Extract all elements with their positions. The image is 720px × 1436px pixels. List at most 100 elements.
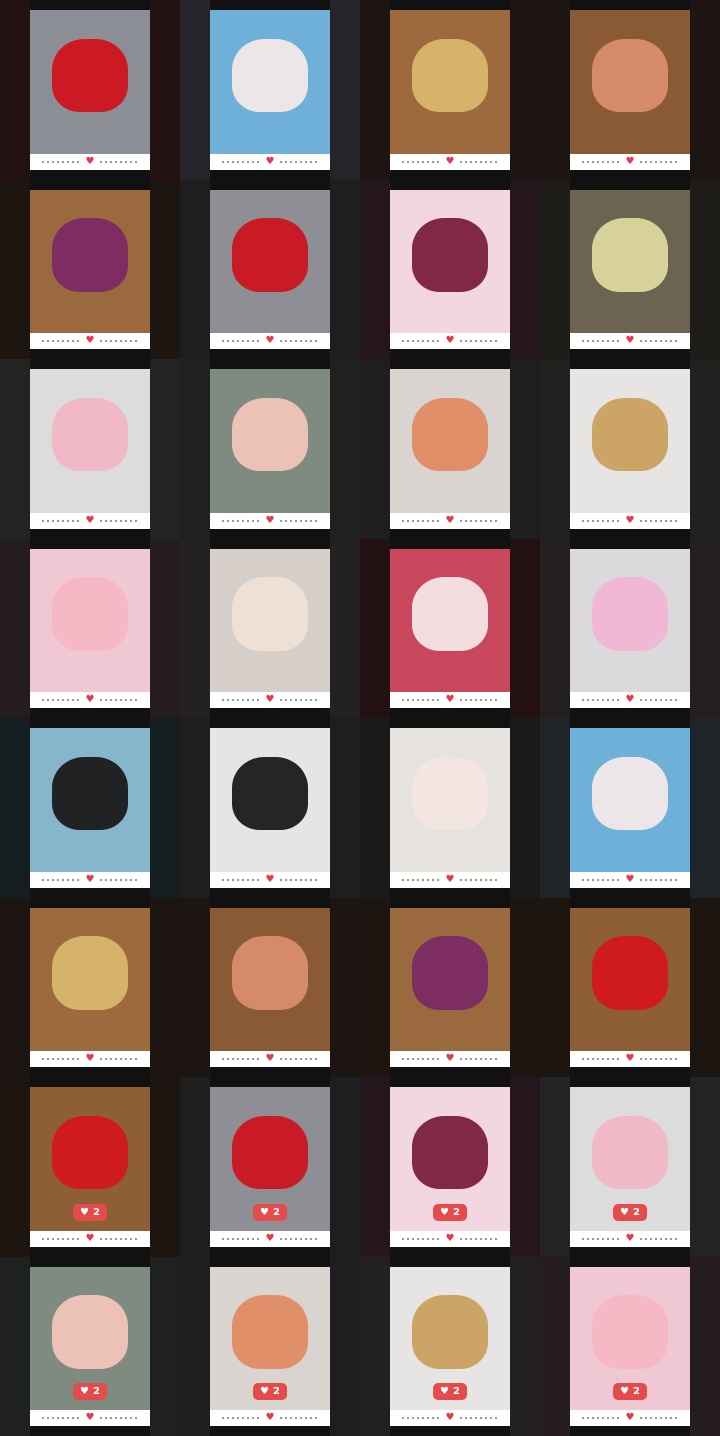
heart-icon: ♥: [265, 155, 275, 167]
caption-text: [41, 699, 80, 701]
adjacent-frame-right: [510, 718, 540, 898]
video-thumbnail[interactable]: ♥: [540, 0, 720, 180]
video-thumbnail[interactable]: ♥: [0, 718, 180, 898]
video-thumbnail[interactable]: ♥: [180, 538, 360, 718]
adjacent-frame-right: [330, 359, 360, 539]
caption-text: [640, 160, 679, 163]
video-thumbnail[interactable]: ♥: [360, 718, 540, 898]
heart-icon: ♥: [85, 694, 95, 705]
adjacent-frame-right: [510, 179, 540, 359]
caption-text: [280, 1058, 319, 1060]
heart-icon: ♥: [445, 335, 455, 346]
video-thumbnail[interactable]: ♥: [0, 538, 180, 718]
product-photo: [591, 936, 669, 1010]
video-thumbnail[interactable]: ♥: [540, 359, 720, 539]
caption-text: [460, 340, 499, 342]
adjacent-frame-right: [510, 1256, 540, 1436]
video-thumbnail[interactable]: ♥: [0, 179, 180, 359]
adjacent-frame-right: [330, 179, 360, 359]
caption-text: [41, 519, 80, 522]
product-photo: [51, 38, 129, 113]
adjacent-frame-right: [330, 897, 360, 1077]
video-thumbnail[interactable]: ♥: [0, 897, 180, 1077]
product-photo: [411, 1115, 489, 1190]
thumbnail-image: ♥: [30, 728, 150, 888]
video-thumbnail[interactable]: ♥ 2 ♥: [540, 1077, 720, 1257]
thumbnail-image: ♥: [210, 189, 330, 349]
like-count-badge: ♥ 2: [433, 1203, 467, 1221]
adjacent-frame-left: [180, 718, 210, 898]
thumbnail-image: ♥: [30, 189, 150, 349]
video-thumbnail[interactable]: ♥ 2 ♥: [360, 1077, 540, 1257]
video-thumbnail[interactable]: ♥: [180, 897, 360, 1077]
heart-icon: ♥: [445, 1232, 455, 1244]
caption-strip: ♥: [210, 1410, 330, 1426]
video-thumbnail[interactable]: ♥: [540, 897, 720, 1077]
video-thumbnail[interactable]: ♥: [0, 359, 180, 539]
caption-text: [41, 340, 80, 342]
thumbnail-image: ♥: [210, 548, 330, 708]
product-photo: [231, 218, 309, 292]
video-thumbnail[interactable]: ♥: [360, 359, 540, 539]
video-thumbnail[interactable]: ♥ 2 ♥: [540, 1256, 720, 1436]
heart-icon: ♥: [265, 1232, 275, 1244]
video-thumbnail[interactable]: ♥: [180, 0, 360, 180]
adjacent-frame-right: [330, 538, 360, 718]
video-thumbnail[interactable]: ♥: [540, 179, 720, 359]
product-photo: [51, 1295, 129, 1369]
heart-icon: ♥: [625, 694, 635, 705]
adjacent-frame-right: [510, 359, 540, 539]
thumbnail-image: ♥: [390, 907, 510, 1067]
product-photo: [231, 397, 309, 472]
video-thumbnail[interactable]: ♥ 2 ♥: [180, 1256, 360, 1436]
adjacent-frame-right: [690, 359, 720, 539]
video-thumbnail[interactable]: ♥: [360, 897, 540, 1077]
caption-text: [280, 699, 319, 701]
heart-icon: ♥: [625, 514, 635, 526]
caption-text: [221, 519, 260, 522]
caption-text: [100, 1237, 139, 1240]
heart-icon: ♥: [445, 873, 455, 885]
video-thumbnail[interactable]: ♥: [540, 718, 720, 898]
caption-strip: ♥: [390, 692, 510, 708]
video-thumbnail[interactable]: ♥: [360, 179, 540, 359]
video-thumbnail[interactable]: ♥: [360, 538, 540, 718]
adjacent-frame-left: [0, 1077, 30, 1257]
product-photo: [231, 936, 309, 1010]
video-thumbnail[interactable]: ♥ 2 ♥: [360, 1256, 540, 1436]
video-thumbnail[interactable]: ♥ 2 ♥: [0, 1256, 180, 1436]
thumbnail-image: ♥: [570, 189, 690, 349]
caption-strip: ♥: [390, 871, 510, 888]
caption-text: [100, 519, 139, 522]
adjacent-frame-right: [150, 359, 180, 539]
thumbnail-image: ♥: [390, 189, 510, 349]
video-thumbnail[interactable]: ♥: [540, 538, 720, 718]
caption-text: [401, 1237, 440, 1240]
like-count-badge: ♥ 2: [73, 1383, 107, 1400]
like-count: 2: [273, 1206, 280, 1218]
heart-icon: ♥: [85, 335, 95, 346]
caption-strip: ♥: [390, 1051, 510, 1067]
video-thumbnail[interactable]: ♥: [360, 0, 540, 180]
adjacent-frame-right: [690, 897, 720, 1077]
heart-icon: ♥: [440, 1206, 449, 1218]
caption-text: [401, 519, 440, 522]
thumbnail-image: ♥: [570, 548, 690, 708]
like-count-badge: ♥ 2: [253, 1203, 287, 1221]
caption-text: [41, 1417, 80, 1419]
caption-text: [401, 1417, 440, 1419]
caption-text: [640, 340, 679, 342]
video-thumbnail[interactable]: ♥: [180, 718, 360, 898]
caption-text: [401, 699, 440, 701]
video-thumbnail[interactable]: ♥ 2 ♥: [180, 1077, 360, 1257]
caption-text: [100, 1058, 139, 1060]
video-thumbnail[interactable]: ♥ 2 ♥: [0, 1077, 180, 1257]
video-thumbnail[interactable]: ♥: [180, 359, 360, 539]
adjacent-frame-left: [360, 538, 390, 718]
video-thumbnail[interactable]: ♥: [0, 0, 180, 180]
adjacent-frame-right: [150, 179, 180, 359]
caption-text: [640, 1237, 679, 1240]
adjacent-frame-right: [690, 718, 720, 898]
video-thumbnail[interactable]: ♥: [180, 179, 360, 359]
caption-text: [41, 160, 80, 163]
